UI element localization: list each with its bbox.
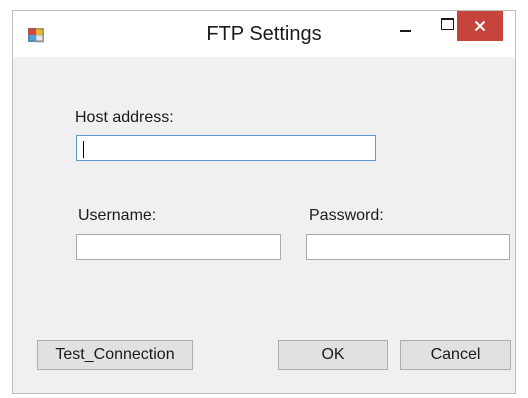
username-label: Username: <box>78 207 157 224</box>
host-address-label: Host address: <box>75 109 174 126</box>
password-input[interactable] <box>306 234 510 260</box>
text-caret <box>83 141 84 158</box>
close-icon <box>474 20 486 32</box>
password-label: Password: <box>309 207 384 224</box>
ok-button[interactable]: OK <box>278 340 388 370</box>
test-connection-button[interactable]: Test_Connection <box>37 340 193 370</box>
host-address-input[interactable] <box>76 135 376 161</box>
close-button[interactable] <box>457 11 503 41</box>
minimize-icon <box>399 30 411 32</box>
username-input[interactable] <box>76 234 281 260</box>
cancel-button[interactable]: Cancel <box>400 340 511 370</box>
maximize-icon <box>440 18 454 30</box>
title-bar[interactable]: FTP Settings <box>13 11 515 57</box>
minimize-button[interactable] <box>383 11 427 41</box>
ftp-settings-window: FTP Settings Host address: Username: Pas… <box>12 10 516 394</box>
